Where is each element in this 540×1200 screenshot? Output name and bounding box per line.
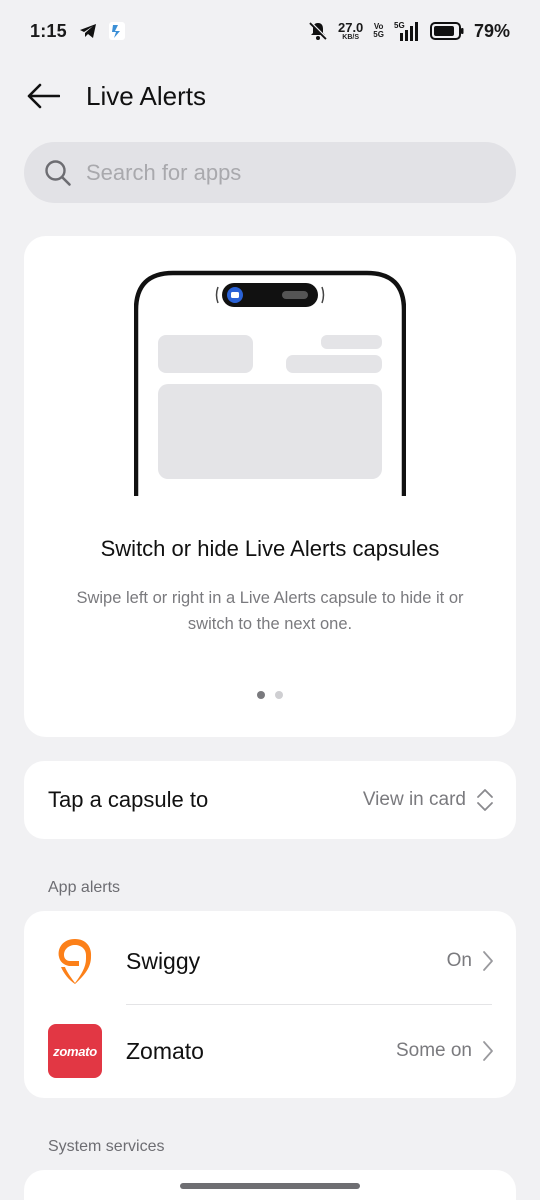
app-status: Some on [396,1040,494,1062]
chevron-up-down-icon [477,789,493,811]
search-icon [45,159,71,186]
section-system-services: System services [48,1138,165,1155]
app-status: On [447,950,494,972]
phone-illustration [134,270,406,496]
page-header: Live Alerts [0,70,540,122]
search-bar[interactable] [24,142,516,203]
page-dot-active[interactable] [257,691,265,699]
arrow-left-icon [27,83,60,109]
app-notification-icon [108,22,125,40]
home-indicator[interactable] [180,1183,360,1189]
chevron-right-icon [483,951,493,971]
telegram-icon [79,23,97,39]
swiggy-logo-icon [48,934,102,988]
network-speed: 27.0 KB/S [337,20,364,41]
page-indicator [24,691,516,699]
intro-title: Switch or hide Live Alerts capsules [100,536,440,561]
app-status-text: On [446,950,472,971]
back-button[interactable] [24,77,62,115]
app-name: Swiggy [126,947,201,974]
chevron-right-icon [483,1041,493,1061]
intro-description: Swipe left or right in a Live Alerts cap… [76,589,464,633]
app-status-text: Some on [395,1040,472,1061]
list-item-swiggy[interactable]: Swiggy On [24,915,516,1007]
intro-card[interactable]: Switch or hide Live Alerts capsules Swip… [24,236,516,737]
mute-icon [308,21,328,41]
list-item-zomato[interactable]: zomato Zomato Some on [24,1005,516,1097]
tap-capsule-value-text: View in card [362,789,466,810]
search-input[interactable] [86,159,466,186]
tap-capsule-value: View in card [363,787,494,813]
signal-icon: 5G [394,21,420,41]
app-name: Zomato [126,1037,204,1064]
battery-icon [429,22,464,40]
tap-capsule-label: Tap a capsule to [48,787,209,812]
app-alerts-list: Swiggy On zomato Zomato Some on [24,911,516,1098]
battery-percent: 79% [473,20,510,41]
status-time: 1:15 [30,20,67,41]
section-app-alerts: App alerts [48,879,121,896]
svg-text:5G: 5G [394,21,405,30]
volte-indicator: Vo 5G [373,22,384,39]
tap-capsule-setting[interactable]: Tap a capsule to View in card [24,761,516,839]
status-bar: 1:15 27.0 KB/S Vo 5G 5G 79% [0,0,540,62]
page-title: Live Alerts [86,80,206,111]
zomato-logo-icon: zomato [48,1024,102,1078]
page-dot[interactable] [275,691,283,699]
